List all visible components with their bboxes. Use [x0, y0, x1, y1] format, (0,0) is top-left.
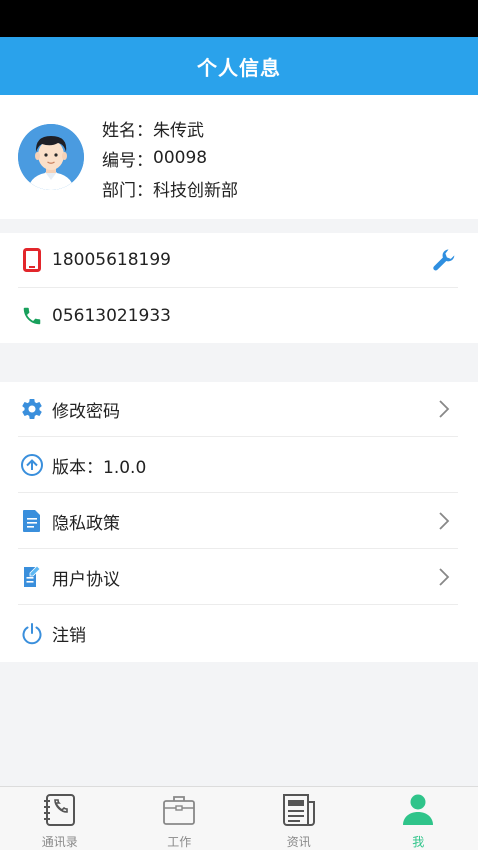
menu-item-label: 注销: [52, 626, 86, 646]
avatar: [18, 124, 84, 190]
tab-label: 通讯录: [41, 835, 78, 849]
profile-card: 姓名： 朱传武 编号： 00098 部门： 科技创新部: [0, 95, 478, 219]
phone-number: 05613021933: [52, 305, 171, 326]
tab-contacts[interactable]: 通讯录: [0, 787, 120, 850]
menu-item-label: 版本：1.0.0: [52, 457, 147, 478]
tab-work[interactable]: 工作: [120, 787, 240, 850]
telephone-icon: [18, 302, 46, 330]
profile-name-row: 姓名： 朱传武: [102, 113, 238, 143]
chevron-right-icon: [430, 507, 458, 535]
mobile-number: 18005618199: [52, 250, 171, 270]
id-value: 00098: [153, 148, 208, 168]
menu-item-user-agreement[interactable]: 用户协议: [18, 550, 458, 605]
tab-label: 工作: [167, 835, 192, 849]
profile-dept-row: 部门： 科技创新部: [102, 173, 238, 203]
menu-item-change-password[interactable]: 修改密码: [18, 382, 458, 437]
phone-row[interactable]: 05613021933: [18, 288, 458, 343]
power-icon: [18, 620, 46, 648]
contacts-book-icon: [41, 792, 79, 828]
name-label: 姓名：: [102, 120, 153, 141]
page-title: 个人信息: [197, 55, 281, 80]
briefcase-icon: [160, 792, 198, 828]
contact-card: 18005618199 05613021933: [0, 233, 478, 343]
bottom-tab-bar: 通讯录 工作 资讯 我: [0, 786, 478, 850]
dept-label: 部门：: [102, 180, 153, 201]
wrench-icon[interactable]: [430, 246, 458, 274]
edit-document-icon: [18, 563, 46, 591]
id-label: 编号：: [102, 150, 153, 171]
person-icon: [399, 792, 437, 828]
gear-icon: [18, 395, 46, 423]
menu-item-label: 修改密码: [52, 401, 120, 422]
chevron-right-icon: [430, 395, 458, 423]
tab-label: 我: [412, 835, 425, 849]
menu-item-logout[interactable]: 注销: [18, 606, 458, 661]
user-avatar-icon: [18, 124, 84, 190]
tab-label: 资讯: [286, 835, 311, 849]
tab-news[interactable]: 资讯: [239, 787, 359, 850]
upgrade-icon: [18, 451, 46, 479]
status-bar: [0, 0, 478, 37]
chevron-right-icon: [430, 563, 458, 591]
document-icon: [18, 507, 46, 535]
menu-item-label: 隐私政策: [52, 513, 120, 534]
dept-value: 科技创新部: [153, 180, 238, 201]
page-header: 个人信息: [0, 37, 478, 95]
mobile-phone-icon: [18, 246, 46, 274]
name-value: 朱传武: [153, 120, 204, 141]
tab-me[interactable]: 我: [359, 787, 478, 850]
settings-menu: 修改密码 版本：1.0.0 隐私政策 用户协议 注销: [0, 382, 478, 662]
news-icon: [280, 792, 318, 828]
menu-item-label: 用户协议: [52, 569, 120, 590]
menu-item-version[interactable]: 版本：1.0.0: [18, 438, 458, 493]
profile-info: 姓名： 朱传武 编号： 00098 部门： 科技创新部: [102, 113, 238, 203]
menu-item-privacy-policy[interactable]: 隐私政策: [18, 494, 458, 549]
mobile-row[interactable]: 18005618199: [18, 233, 458, 288]
profile-id-row: 编号： 00098: [102, 143, 238, 173]
